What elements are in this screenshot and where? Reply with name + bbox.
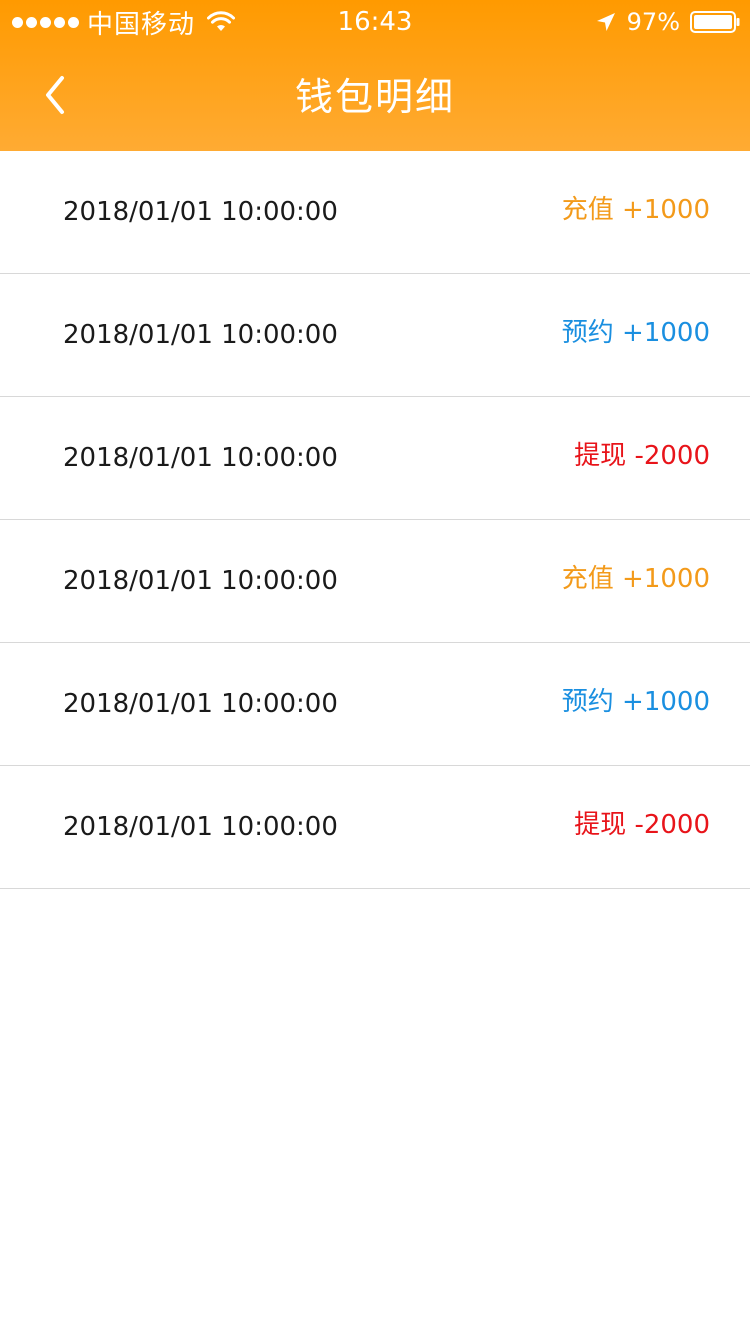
battery-percent: 97% [626,8,680,36]
record-value: -2000 [634,441,710,471]
record-value: +1000 [622,195,710,225]
wallet-record-list: 2018/01/01 10:00:00 充值 +1000 2018/01/01 10… [0,151,750,889]
navigation-bar: 钱包明细 [0,44,750,151]
record-type: 提现 [574,441,627,471]
list-item[interactable]: 2018/01/01 10:00:00 预约 +1000 [0,274,750,397]
record-amount: 充值 +1000 [562,520,710,642]
record-time: 2018/01/01 10:00:00 [63,812,338,842]
list-item[interactable]: 2018/01/01 10:00:00 提现 -2000 [0,766,750,889]
record-time: 2018/01/01 10:00:00 [63,197,338,227]
battery-icon [690,11,740,33]
record-type: 预约 [561,318,614,348]
record-type: 充值 [561,564,614,594]
status-bar-right: 97% [595,6,740,38]
record-value: -2000 [634,810,710,840]
record-amount: 预约 +1000 [562,274,710,396]
list-item[interactable]: 2018/01/01 10:00:00 预约 +1000 [0,643,750,766]
record-value: +1000 [622,318,710,348]
back-button[interactable] [30,70,80,120]
record-time: 2018/01/01 10:00:00 [63,566,338,596]
record-type: 预约 [561,687,614,717]
location-arrow-icon [596,13,615,31]
record-time: 2018/01/01 10:00:00 [63,443,338,473]
record-type: 充值 [561,195,614,225]
record-time: 2018/01/01 10:00:00 [63,689,338,719]
chevron-left-icon [46,76,64,114]
record-amount: 预约 +1000 [562,643,710,765]
record-value: +1000 [622,564,710,594]
record-value: +1000 [622,687,710,717]
record-amount: 提现 -2000 [574,766,710,888]
status-bar: 中国移动 16:43 97% [0,0,750,44]
record-amount: 提现 -2000 [574,397,710,519]
list-item[interactable]: 2018/01/01 10:00:00 充值 +1000 [0,520,750,643]
record-type: 提现 [574,810,627,840]
record-time: 2018/01/01 10:00:00 [63,320,338,350]
list-item[interactable]: 2018/01/01 10:00:00 提现 -2000 [0,397,750,520]
page-title: 钱包明细 [294,75,455,119]
record-amount: 充值 +1000 [562,151,710,273]
app-header: 中国移动 16:43 97% 钱包明细 [0,0,750,151]
list-item[interactable]: 2018/01/01 10:00:00 充值 +1000 [0,151,750,274]
